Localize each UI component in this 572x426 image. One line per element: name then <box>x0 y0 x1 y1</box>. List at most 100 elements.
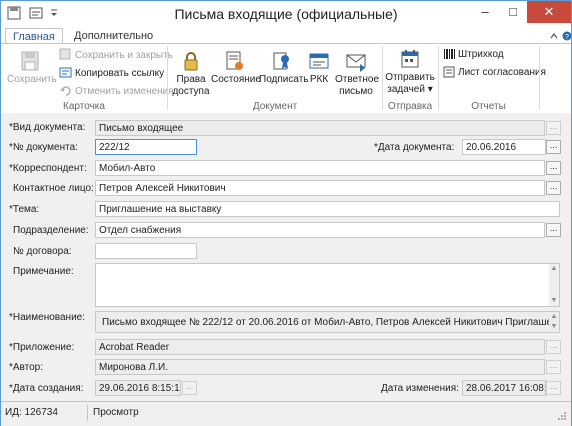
maximize-icon: □ <box>509 4 517 19</box>
contract-no-input[interactable] <box>95 243 197 259</box>
attachment-label: *Приложение: <box>9 342 75 353</box>
barcode-icon <box>444 49 455 59</box>
author-picker-button[interactable]: ... <box>546 360 561 374</box>
state-icon <box>226 51 243 70</box>
doc-date-label: *Дата документа: <box>374 142 455 153</box>
modified-field: 28.06.2017 16:08:25 <box>462 380 546 396</box>
maximize-button[interactable]: □ <box>499 1 527 23</box>
envelope-icon <box>346 54 366 72</box>
barcode-button[interactable]: Штрихкод <box>443 48 504 62</box>
save-close-button[interactable]: Сохранить и закрыть <box>59 48 173 62</box>
minimize-button[interactable]: – <box>471 1 499 23</box>
department-picker-button[interactable]: ... <box>546 223 561 237</box>
rkk-card-icon <box>309 53 329 69</box>
cancel-changes-button[interactable]: Отменить изменения <box>59 84 174 98</box>
contact-picker-button[interactable]: ... <box>546 181 561 195</box>
scroll-up-icon[interactable]: ▲ <box>549 264 559 274</box>
doc-date-picker-button[interactable]: ... <box>546 140 561 154</box>
attachment-picker-button[interactable]: ... <box>546 340 561 354</box>
document-form: *Вид документа: Письмо входящее ... *№ д… <box>1 113 571 401</box>
save-close-icon <box>59 48 71 60</box>
group-dispatch-label: Отправка <box>387 101 433 112</box>
doc-kind-field[interactable]: Письмо входящее <box>95 120 545 136</box>
close-button[interactable]: ✕ <box>527 1 571 23</box>
approval-sheet-icon <box>443 66 455 78</box>
send-task-label-2: задачей <box>387 84 425 95</box>
sign-icon <box>273 52 289 70</box>
app-window: Письма входящие (официальные) – □ ✕ Глав… <box>0 0 572 426</box>
note-textarea[interactable] <box>95 263 560 307</box>
reply-letter-label-1: Ответное <box>335 74 380 85</box>
subject-label: *Тема: <box>9 204 40 215</box>
doc-number-label: *№ документа: <box>9 142 78 153</box>
author-label: *Автор: <box>9 362 44 373</box>
doc-kind-picker-button[interactable]: ... <box>546 121 561 135</box>
sign-button[interactable]: Подписать <box>259 50 309 86</box>
reply-letter-button[interactable]: Ответное письмо <box>335 50 380 98</box>
doc-kind-label: *Вид документа: <box>9 122 86 133</box>
save-close-label: Сохранить и закрыть <box>75 50 173 61</box>
record-id: ИД: 126734 <box>5 407 58 418</box>
scroll-up-icon[interactable]: ▲ <box>549 312 559 322</box>
cancel-changes-label: Отменить изменения <box>75 86 174 97</box>
name-field: Письмо входящее № 222/12 от 20.06.2016 о… <box>95 311 560 333</box>
attachment-field: Acrobat Reader <box>95 339 545 355</box>
name-label: *Наименование: <box>9 312 85 323</box>
group-divider <box>167 46 168 110</box>
note-label: Примечание: <box>13 266 74 277</box>
note-scrollbar[interactable]: ▲ ▼ <box>549 264 559 306</box>
doc-date-input[interactable]: 20.06.2016 <box>462 139 546 155</box>
send-task-button[interactable]: Отправить задачей ▾ <box>385 48 435 96</box>
access-rights-label-1: Права <box>176 74 206 85</box>
view-mode: Просмотр <box>93 407 139 418</box>
scroll-down-icon[interactable]: ▼ <box>549 322 559 332</box>
doc-number-input[interactable]: 222/12 <box>95 139 197 155</box>
rkk-label: РКК <box>309 74 329 85</box>
ribbon: Сохранить Сохранить и закрыть Копировать… <box>1 43 571 114</box>
group-reports-label: Отчеты <box>471 101 506 112</box>
resize-grip-icon[interactable] <box>557 411 567 421</box>
modified-picker-button[interactable]: ... <box>546 381 561 395</box>
collapse-ribbon-icon[interactable] <box>549 31 559 41</box>
correspondent-input[interactable]: Мобил-Авто <box>95 160 545 176</box>
copy-link-button[interactable]: Копировать ссылку <box>59 66 164 80</box>
department-input[interactable]: Отдел снабжения <box>95 222 545 238</box>
ribbon-tabs: Главная Дополнительно ? <box>1 27 572 45</box>
correspondent-label: *Корреспондент: <box>9 163 87 174</box>
author-field: Миронова Л.И. <box>95 359 545 375</box>
created-field: 29.06.2016 8:15:18 <box>95 380 181 396</box>
floppy-icon <box>21 51 39 71</box>
contract-no-label: № договора: <box>13 246 72 257</box>
approval-sheet-button[interactable]: Лист согласования <box>443 66 546 80</box>
rkk-button[interactable]: РКК <box>305 50 333 86</box>
status-bar: ИД: 126734 Просмотр <box>1 401 571 426</box>
reply-letter-label-2: письмо <box>339 86 373 97</box>
access-rights-button[interactable]: Права доступа <box>171 50 211 98</box>
status-divider <box>87 405 88 421</box>
group-divider <box>382 46 383 110</box>
save-button[interactable]: Сохранить <box>7 50 57 86</box>
name-scrollbar[interactable]: ▲ ▼ <box>549 312 559 332</box>
undo-icon <box>60 86 71 96</box>
close-icon: ✕ <box>543 4 555 19</box>
tab-additional[interactable]: Дополнительно <box>67 28 160 44</box>
modified-label: Дата изменения: <box>381 383 459 394</box>
group-document-label: Документ <box>252 101 298 112</box>
send-task-label-1: Отправить <box>385 72 435 83</box>
contact-input[interactable]: Петров Алексей Никитович <box>95 180 545 196</box>
subject-input[interactable]: Приглашение на выставку <box>95 201 560 217</box>
created-picker-button[interactable]: ... <box>182 381 197 395</box>
help-icon[interactable]: ? <box>562 30 572 42</box>
correspondent-picker-button[interactable]: ... <box>546 161 561 175</box>
svg-text:?: ? <box>565 34 569 41</box>
save-label: Сохранить <box>7 74 57 85</box>
dropdown-arrow-icon: ▾ <box>424 84 433 95</box>
copy-link-label: Копировать ссылку <box>75 68 165 79</box>
state-button[interactable]: Состояние <box>211 50 261 86</box>
access-rights-label-2: доступа <box>172 86 210 97</box>
group-divider <box>438 46 439 110</box>
copy-link-icon <box>59 67 72 78</box>
scroll-down-icon[interactable]: ▼ <box>549 296 559 306</box>
created-label: *Дата создания: <box>9 383 84 394</box>
minimize-icon: – <box>481 4 489 19</box>
